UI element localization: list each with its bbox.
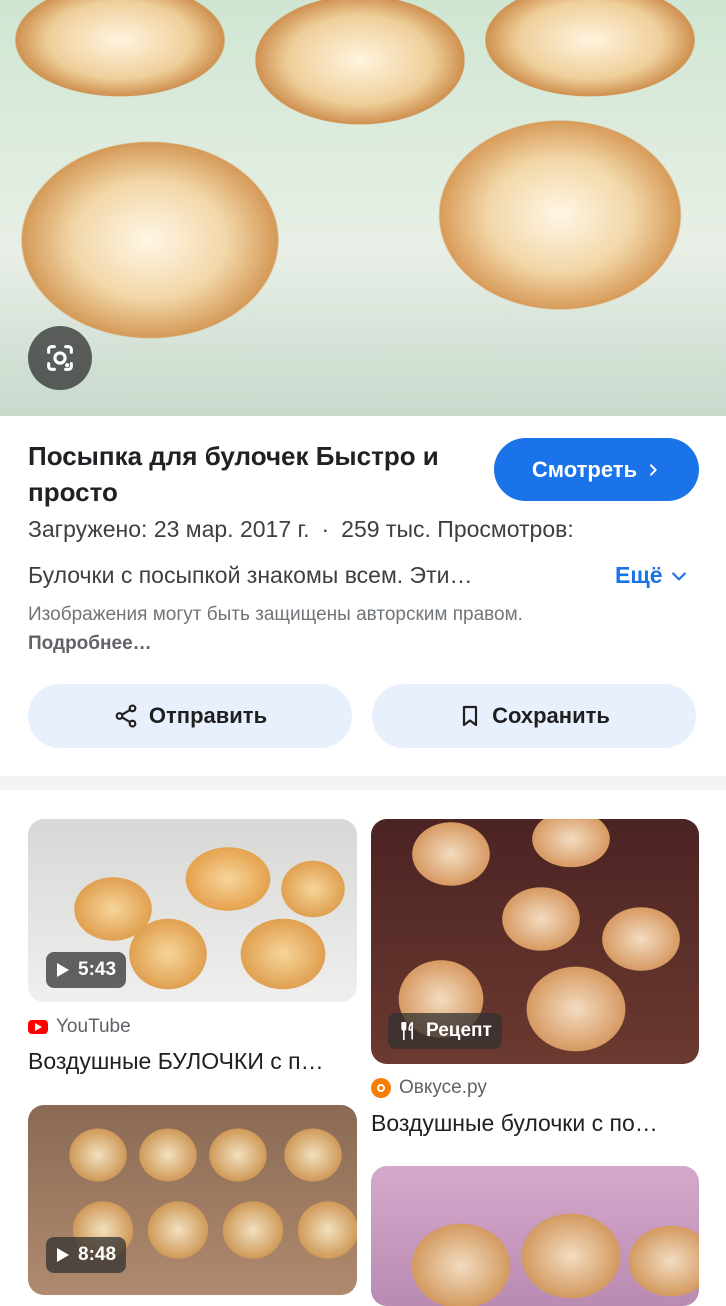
share-button-label: Отправить bbox=[148, 703, 268, 728]
result-source: YouTube bbox=[28, 1016, 131, 1038]
more-button-label: Ещё bbox=[615, 562, 663, 588]
duration-badge: 5:43 bbox=[46, 952, 127, 988]
watch-button[interactable]: Смотреть bbox=[494, 438, 699, 501]
ovkuse-logo-icon bbox=[371, 1078, 391, 1098]
related-caption[interactable]: Воздушные булочки с по… bbox=[371, 1110, 699, 1137]
save-button[interactable]: Сохранить bbox=[372, 684, 696, 748]
save-button-label: Сохранить bbox=[492, 703, 610, 728]
related-card[interactable]: Рецепт Овкусе.ру Воздушные булочки с по… bbox=[371, 819, 699, 1136]
share-button[interactable]: Отправить bbox=[28, 684, 352, 748]
upload-date: Загружено: 23 мар. 2017 г. bbox=[28, 516, 310, 542]
learn-more-link[interactable]: Подробнее… bbox=[28, 633, 152, 654]
meta-separator: · bbox=[321, 516, 330, 542]
recipe-badge: Рецепт bbox=[388, 1013, 502, 1049]
source-name: Овкусе.ру bbox=[399, 1077, 487, 1098]
result-source: Овкусе.ру bbox=[371, 1077, 487, 1099]
source-name: YouTube bbox=[56, 1016, 131, 1037]
section-divider bbox=[0, 776, 726, 790]
play-icon bbox=[57, 963, 69, 977]
related-card[interactable]: 8:48 bbox=[28, 1105, 357, 1295]
view-count: 259 тыс. Просмотров: bbox=[341, 516, 574, 542]
video-meta: Загружено: 23 мар. 2017 г. · 259 тыс. Прос… bbox=[28, 516, 718, 543]
more-button[interactable]: Ещё bbox=[615, 562, 689, 589]
chevron-down-icon bbox=[671, 571, 686, 580]
share-icon bbox=[115, 704, 137, 728]
duration-badge: 8:48 bbox=[46, 1237, 127, 1273]
hero-image[interactable] bbox=[0, 0, 726, 416]
video-description: Булочки с посыпкой знакомы всем. Эти… bbox=[28, 562, 473, 588]
duration-label: 5:43 bbox=[78, 959, 117, 980]
copyright-notice: Изображения могут быть защищены авторски… bbox=[28, 600, 528, 658]
bookmark-icon bbox=[462, 705, 478, 727]
watch-button-label: Смотреть bbox=[531, 456, 638, 482]
related-thumbnail[interactable]: Рецепт bbox=[371, 819, 699, 1064]
play-icon bbox=[57, 1248, 69, 1262]
related-card[interactable]: 5:43 YouTube Воздушные БУЛОЧКИ с п… bbox=[28, 819, 357, 1074]
duration-label: 8:48 bbox=[78, 1244, 117, 1265]
lens-icon bbox=[47, 345, 73, 371]
chevron-right-icon bbox=[650, 463, 657, 476]
recipe-label: Рецепт bbox=[426, 1020, 492, 1041]
related-thumbnail[interactable] bbox=[371, 1166, 699, 1306]
related-thumbnail[interactable]: 8:48 bbox=[28, 1105, 357, 1295]
related-thumbnail[interactable]: 5:43 bbox=[28, 819, 357, 1002]
google-lens-button[interactable] bbox=[28, 326, 92, 390]
copyright-text: Изображения могут быть защищены авторски… bbox=[28, 604, 523, 625]
related-caption[interactable]: Воздушные БУЛОЧКИ с п… bbox=[28, 1048, 357, 1075]
result-title[interactable]: Посыпка для булочек Быстро и просто bbox=[28, 438, 468, 510]
youtube-icon bbox=[28, 1020, 48, 1034]
related-card[interactable] bbox=[371, 1166, 699, 1306]
fork-knife-icon bbox=[401, 1021, 413, 1041]
